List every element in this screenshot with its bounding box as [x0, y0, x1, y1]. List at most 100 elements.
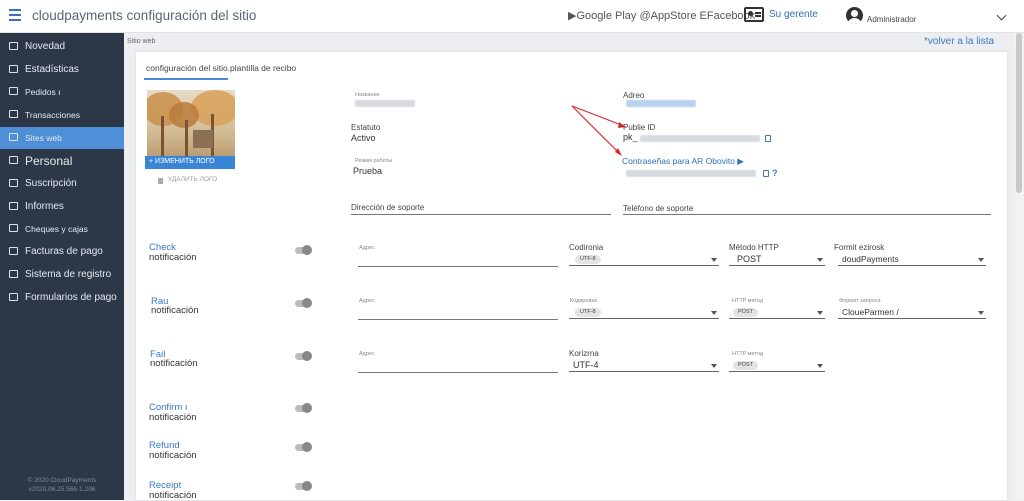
address-label: Adreo [623, 91, 645, 100]
tag-icon [9, 224, 18, 232]
top-bar: cloudpayments configuración del sitio ▶G… [0, 0, 1024, 33]
support-address-input[interactable] [351, 214, 611, 215]
mode-value[interactable]: Prueba [353, 166, 382, 176]
globe-icon [9, 133, 18, 141]
notification-toggle[interactable] [295, 351, 312, 361]
copy-icon[interactable] [763, 170, 769, 177]
format-label: Formit ezirosk [834, 243, 885, 252]
api-password-value[interactable] [626, 170, 756, 177]
sidebar-item-reports[interactable]: Informes [0, 196, 124, 218]
method-select[interactable]: POST [729, 360, 825, 372]
encoding-label: Codironia [569, 243, 604, 252]
store-links[interactable]: ▶Google Play @AppStore EFacebook [568, 9, 755, 22]
notification-subtitle: notificación [149, 412, 197, 423]
sidebar-item-sites[interactable]: Sites web [0, 127, 124, 149]
avatar-icon [846, 7, 863, 24]
sidebar-item-label: Sistema de registro [25, 269, 112, 280]
format-value: CloueParmen / [842, 307, 899, 317]
dropdown-arrow-icon [711, 364, 717, 368]
sidebar-item-cheques[interactable]: Cheques y cajas [0, 218, 124, 240]
api-passwords-link[interactable]: Contraseñas para AR Obovito ▶ [622, 156, 744, 167]
format-select[interactable]: CloueParmen / [838, 307, 986, 319]
method-select[interactable]: POST [729, 307, 825, 319]
site-name-label: Название [355, 92, 380, 98]
transactions-icon [9, 110, 18, 118]
sidebar-item-news[interactable]: Novedad [0, 36, 124, 58]
chevron-down-icon[interactable] [996, 10, 1007, 21]
sidebar-item-invoices[interactable]: Facturas de pago [0, 241, 124, 263]
notification-subtitle: notificación [149, 490, 197, 501]
mode-label: Режим работы [355, 158, 393, 164]
version-text: v2020.06.25.566-1.206 [28, 486, 96, 493]
sidebar-item-label: Estadísticas [25, 64, 79, 75]
dropdown-arrow-icon [978, 311, 984, 315]
notification-toggle[interactable] [295, 298, 312, 308]
news-icon [9, 42, 18, 50]
annotation-arrow-line [571, 105, 625, 127]
support-phone-label: Teléfono de soporte [623, 204, 694, 213]
change-logo-button[interactable]: + ИЗМЕНИТЬ ЛОГО [145, 156, 235, 169]
sidebar-item-label: Sites web [25, 133, 62, 143]
annotation-arrows [571, 105, 626, 156]
copy-icon[interactable] [765, 135, 771, 142]
back-to-list-link[interactable]: *volver a la lista [924, 36, 994, 47]
contact-card-icon [744, 7, 764, 22]
sidebar-item-stats[interactable]: Estadísticas [0, 59, 124, 81]
notification-url-input[interactable] [358, 266, 558, 267]
notification-toggle[interactable] [295, 403, 312, 413]
status-value[interactable]: Activo [351, 133, 376, 143]
sidebar-item-label: Suscripción [25, 178, 77, 189]
encoding-select[interactable]: UTF-4 [569, 360, 719, 372]
sidebar-item-label: Personal [25, 154, 73, 168]
sidebar-item-transactions[interactable]: Transacciones [0, 104, 124, 126]
dropdown-arrow-icon [817, 311, 823, 315]
user-name: Administrador [867, 15, 917, 24]
menu-icon[interactable] [9, 9, 21, 21]
notification-url-input[interactable] [358, 319, 558, 320]
home-icon [9, 270, 18, 278]
notification-subtitle: notificación [149, 252, 197, 263]
stats-icon [9, 65, 18, 73]
refresh-icon [9, 179, 18, 187]
notification-toggle[interactable] [295, 442, 312, 452]
support-phone-input[interactable] [623, 214, 991, 215]
notification-url-input[interactable] [358, 372, 558, 373]
copyright-text: © 2020 CloudPayments [27, 477, 97, 484]
method-label: HTTP метод [732, 351, 764, 357]
notification-toggle[interactable] [295, 481, 312, 491]
scrollbar-thumb[interactable] [1016, 33, 1022, 193]
tab-receipt-template[interactable]: plantilla de recibo [230, 58, 310, 80]
address-field-label: Адрес [359, 245, 375, 251]
encoding-select[interactable]: UTF-8 [569, 307, 719, 319]
tab-site-settings[interactable]: configuración del sitio. [144, 58, 230, 80]
copyright: © 2020 CloudPayments v2020.06.25.566-1.2… [0, 476, 124, 494]
sidebar-item-orders[interactable]: Pedidos ı [0, 81, 124, 103]
format-select[interactable]: doudPayments [838, 254, 986, 266]
sidebar-item-registry[interactable]: Sistema de registro [0, 264, 124, 286]
method-label: Método HTTP [729, 243, 779, 252]
encoding-label: Korizrna [569, 349, 599, 358]
method-select[interactable]: POST [729, 254, 825, 266]
method-value: POST [733, 308, 758, 317]
help-icon[interactable]: ? [772, 168, 778, 178]
encoding-select[interactable]: UTF-8 [569, 254, 719, 266]
annotation-arrow-line [571, 105, 621, 155]
site-name-value[interactable] [355, 100, 415, 107]
sidebar-item-forms[interactable]: Formularios de pago [0, 287, 124, 309]
page-scrollbar[interactable] [1014, 33, 1024, 500]
manager-button[interactable]: Su gerente [744, 6, 832, 26]
notification-subtitle: notificación [150, 358, 198, 369]
dropdown-arrow-icon [711, 311, 717, 315]
sidebar-item-label: Cheques y cajas [25, 224, 88, 234]
delete-logo-button[interactable]: УДАЛИТЬ ЛОГО [168, 176, 217, 183]
sidebar-item-personal[interactable]: Personal [0, 150, 124, 172]
encoding-value: UTF-8 [575, 308, 601, 317]
manager-label: Su gerente [769, 9, 818, 20]
annotation-arrowhead [618, 122, 626, 128]
notification-subtitle: notificación [149, 450, 197, 461]
sidebar-item-subscription[interactable]: Suscripción [0, 173, 124, 195]
notification-toggle[interactable] [295, 245, 312, 255]
report-icon [9, 202, 18, 210]
method-label: HTTP метод [732, 298, 764, 304]
public-id-value[interactable] [640, 135, 760, 142]
